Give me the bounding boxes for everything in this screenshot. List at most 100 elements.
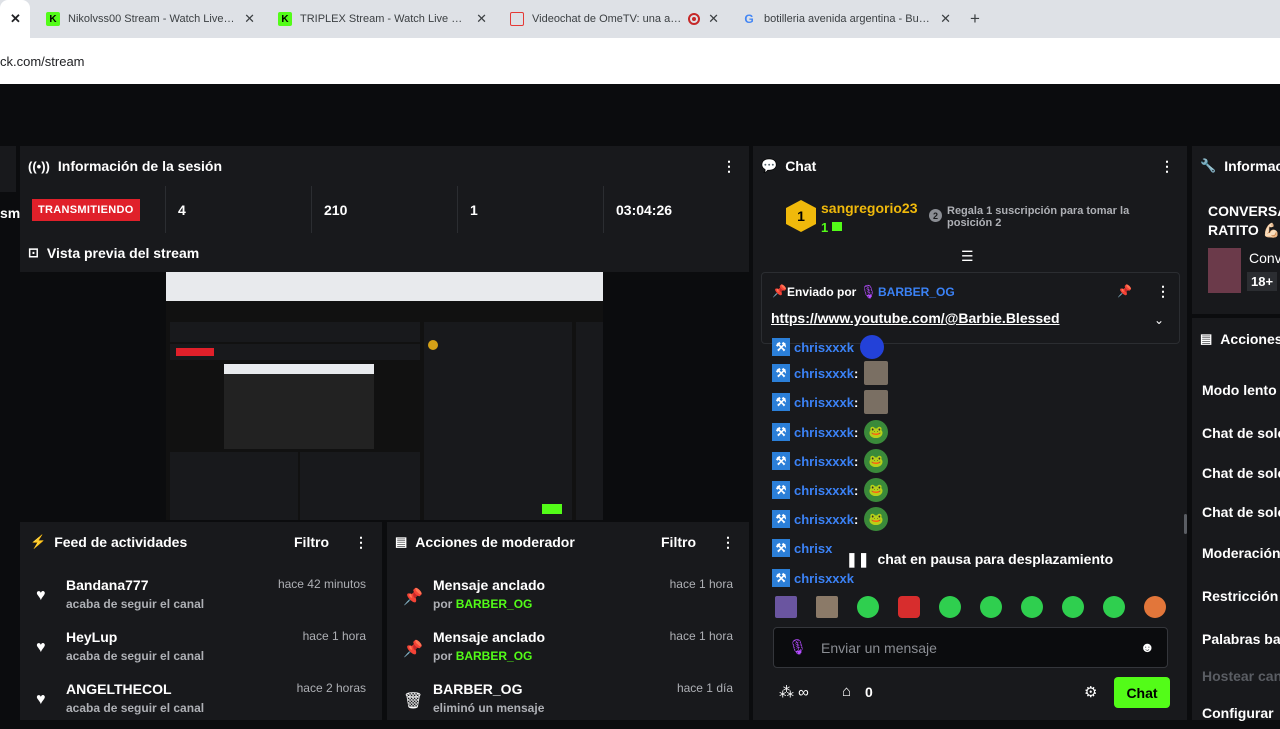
pepe-emote-icon: 🐸 <box>864 478 889 502</box>
points-infinity-icon[interactable]: ⁂ ∞ <box>779 683 809 701</box>
emote-icon <box>860 335 884 359</box>
mod-action-user[interactable]: BARBER_OG <box>456 597 533 611</box>
emote-icon[interactable] <box>1144 596 1166 618</box>
chat-username[interactable]: chrisxxxk <box>794 454 854 469</box>
activity-time: hace 1 hora <box>302 629 366 643</box>
live-badge: TRANSMITIENDO <box>32 198 140 221</box>
more-options-icon[interactable]: ⋮ <box>721 534 735 551</box>
mod-filter-button[interactable]: Filtro <box>661 534 696 550</box>
collapse-icon[interactable]: ☰ <box>961 248 974 265</box>
action-configure[interactable]: Configurar <box>1202 705 1274 721</box>
store-icon[interactable]: ⌂ <box>842 683 851 700</box>
close-tab-icon[interactable]: ✕ <box>10 11 21 27</box>
action-chat-only-2[interactable]: Chat de solo <box>1202 465 1280 481</box>
chat-scrollbar[interactable] <box>1184 514 1187 534</box>
chat-username[interactable]: chrisx <box>794 541 832 556</box>
emote-icon[interactable] <box>1062 596 1084 618</box>
activity-filter-button[interactable]: Filtro <box>294 534 329 550</box>
more-options-icon[interactable]: ⋮ <box>1160 158 1174 175</box>
broadcast-icon: ((•)) <box>28 158 50 174</box>
category-name[interactable]: Conv <box>1249 250 1280 266</box>
close-tab-icon[interactable]: ✕ <box>708 11 719 27</box>
more-options-icon[interactable]: ⋮ <box>354 534 368 551</box>
action-host-channel[interactable]: Hostear can <box>1202 668 1280 684</box>
chat-message: ⚒ chrisx <box>772 537 832 559</box>
activity-user: Bandana777 <box>66 577 149 593</box>
pinned-link[interactable]: https://www.youtube.com/@Barbie.Blessed <box>771 310 1060 326</box>
tab-title: Nikolvss00 Stream - Watch Live on Kick <box>68 13 236 25</box>
heart-icon: ♥ <box>36 587 46 604</box>
tab-kick-nikolvss[interactable]: K Nikolvss00 Stream - Watch Live on Kick… <box>38 4 263 34</box>
unpin-icon[interactable]: 📌 <box>1117 284 1132 298</box>
heart-icon: ♥ <box>36 639 46 656</box>
new-tab-icon[interactable]: + <box>970 9 980 29</box>
ometv-icon <box>510 12 524 26</box>
more-options-icon[interactable]: ⋮ <box>1156 283 1170 300</box>
browser-tab-bar: ✕ K Nikolvss00 Stream - Watch Live on Ki… <box>0 0 1280 38</box>
stream-preview-video[interactable] <box>166 272 603 520</box>
mod-action-title: Mensaje anclado <box>433 629 546 645</box>
stream-info-panel: 🔧 Informac CONVERSA RATITO 💪🏻 Conv 18+ <box>1192 146 1280 314</box>
clipboard-icon: ▤ <box>1200 331 1213 346</box>
mod-action-user[interactable]: BARBER_OG <box>456 649 533 663</box>
activity-description: acaba de seguir el canal <box>66 597 205 611</box>
chat-title: Chat <box>785 158 817 174</box>
session-stats-row: TRANSMITIENDO 4 210 1 03:04:26 <box>20 186 749 233</box>
mod-action-description: por BARBER_OG <box>433 649 532 663</box>
url-text[interactable]: ck.com/stream <box>0 54 85 69</box>
chat-input-placeholder: Enviar un mensaje <box>821 640 937 656</box>
tab-ometv[interactable]: Videochat de OmeTV: una alternativ ✕ <box>502 4 727 34</box>
emote-icon[interactable] <box>1103 596 1125 618</box>
send-chat-button[interactable]: Chat <box>1114 677 1170 708</box>
tab-current[interactable]: ✕ <box>0 0 30 38</box>
kick-icon: K <box>278 12 292 26</box>
chat-username[interactable]: chrisxxxk <box>794 366 854 381</box>
gear-icon[interactable]: ⚙ <box>1084 683 1097 701</box>
chevron-down-icon[interactable]: ⌄ <box>1154 313 1164 327</box>
emote-icon[interactable] <box>816 596 838 618</box>
action-banned-words[interactable]: Palabras ba <box>1202 631 1280 647</box>
close-tab-icon[interactable]: ✕ <box>244 11 255 27</box>
pinned-user[interactable]: BARBER_OG <box>878 285 955 299</box>
recording-icon <box>688 13 701 25</box>
emote-icon[interactable] <box>775 596 797 618</box>
emoji-picker-icon[interactable]: ☻ <box>1140 639 1155 655</box>
more-options-icon[interactable]: ⋮ <box>722 158 736 175</box>
close-tab-icon[interactable]: ✕ <box>476 11 487 27</box>
kick-badge-icon: ⚒ <box>772 364 790 382</box>
top-gifter-name[interactable]: sangregorio23 <box>821 200 917 216</box>
mic-icon: 🎙 <box>860 284 877 299</box>
close-tab-icon[interactable]: ✕ <box>940 11 951 27</box>
chat-message-input[interactable]: 🎙 Enviar un mensaje ☻ <box>773 627 1168 668</box>
mod-action-item: 📌 Mensaje anclado por BARBER_OG hace 1 h… <box>387 577 749 625</box>
mic-icon[interactable]: 🎙 <box>788 638 807 656</box>
tab-google-search[interactable]: G botilleria avenida argentina - Buscar … <box>734 4 959 34</box>
wrench-icon: 🔧 <box>1200 158 1217 173</box>
emote-icon[interactable] <box>980 596 1002 618</box>
chat-bubble-icon: 💬 <box>761 158 778 173</box>
chat-paused-banner[interactable]: ❚❚ chat en pausa para desplazamiento <box>840 548 1120 570</box>
emote-icon[interactable] <box>898 596 920 618</box>
emote-icon[interactable] <box>939 596 961 618</box>
action-slow-mode[interactable]: Modo lento <box>1202 382 1277 398</box>
chat-username[interactable]: chrisxxxk <box>794 425 854 440</box>
emote-icon[interactable] <box>1021 596 1043 618</box>
emote-icon[interactable] <box>857 596 879 618</box>
activity-feed-title: Feed de actividades <box>54 534 188 550</box>
address-bar[interactable]: ck.com/stream <box>0 38 1280 84</box>
action-chat-only-3[interactable]: Chat de solo <box>1202 504 1280 520</box>
stream-category-thumbnail[interactable] <box>1208 248 1241 293</box>
stream-preview-title: Vista previa del stream <box>46 245 200 261</box>
chat-username[interactable]: chrisxxxk <box>794 340 854 355</box>
gift-prompt-text[interactable]: Regala 1 suscripción para tomar la posic… <box>947 205 1157 229</box>
tab-kick-triplex[interactable]: K TRIPLEX Stream - Watch Live on Kick ✕ <box>270 4 495 34</box>
chat-username[interactable]: chrisxxxk <box>794 395 854 410</box>
pinned-message: 📌 Enviado por 🎙 BARBER_OG 📌 ⋮ https://ww… <box>761 272 1180 344</box>
chat-username[interactable]: chrisxxxk <box>794 512 854 527</box>
action-moderation[interactable]: Moderación <box>1202 545 1280 561</box>
chat-username[interactable]: chrisxxxk <box>794 571 854 586</box>
mod-action-time: hace 1 hora <box>669 629 733 643</box>
action-restriction[interactable]: Restricción <box>1202 588 1278 604</box>
action-chat-only-1[interactable]: Chat de solo <box>1202 425 1280 441</box>
chat-username[interactable]: chrisxxxk <box>794 483 854 498</box>
